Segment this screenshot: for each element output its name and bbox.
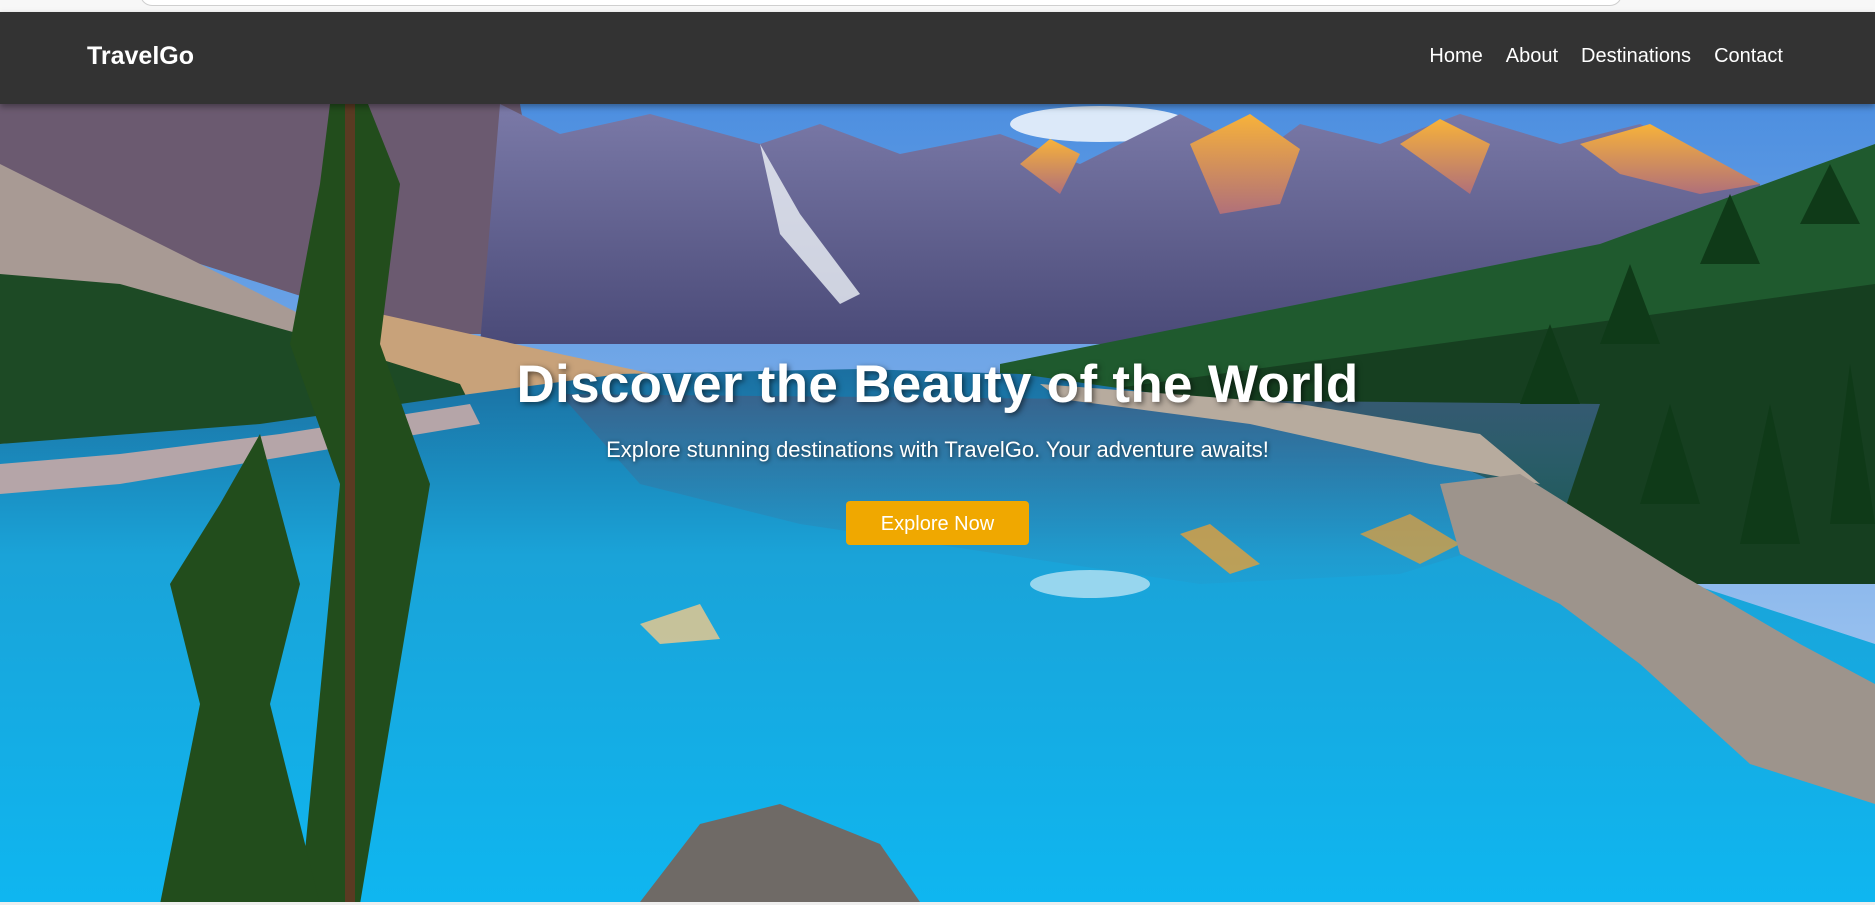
nav-link-home[interactable]: Home: [1429, 45, 1482, 68]
brand-logo[interactable]: TravelGo: [87, 42, 194, 71]
hero-content: Discover the Beauty of the World Explore…: [0, 354, 1875, 545]
address-bar-edge: [140, 0, 1622, 6]
browser-chrome-strip: [0, 0, 1875, 12]
explore-now-button[interactable]: Explore Now: [846, 501, 1029, 545]
hero-section: Discover the Beauty of the World Explore…: [0, 104, 1875, 902]
navbar: TravelGo Home About Destinations Contact: [0, 12, 1875, 104]
nav-link-about[interactable]: About: [1506, 45, 1558, 68]
nav-link-contact[interactable]: Contact: [1714, 45, 1783, 68]
hero-title: Discover the Beauty of the World: [516, 355, 1359, 414]
nav-link-destinations[interactable]: Destinations: [1581, 45, 1691, 68]
hero-subtitle: Explore stunning destinations with Trave…: [606, 437, 1269, 462]
nav-links: Home About Destinations Contact: [1429, 45, 1783, 68]
